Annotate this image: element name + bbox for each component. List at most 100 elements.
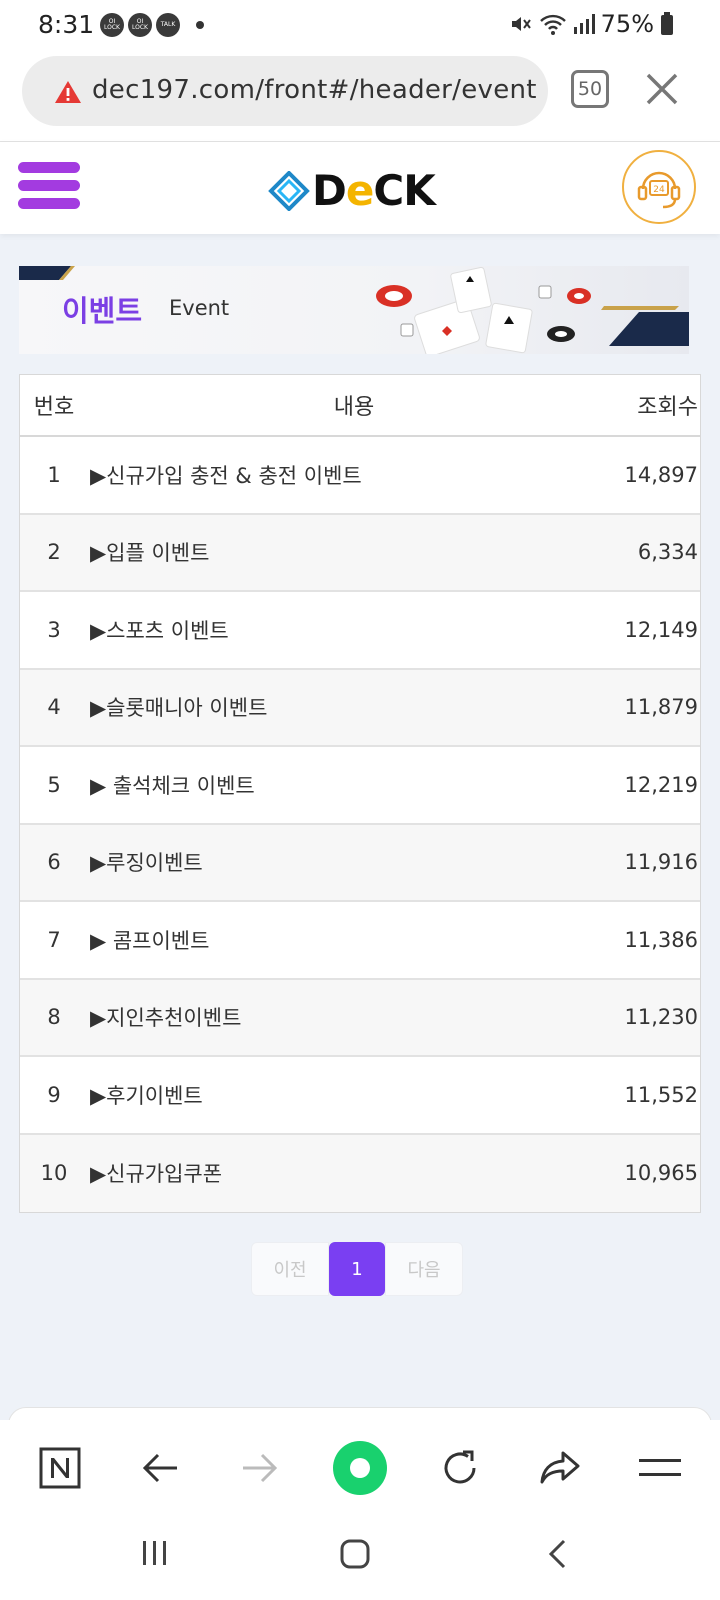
system-navigation-bar [0,1516,720,1600]
table-row[interactable]: 4 ▶슬롯매니아 이벤트 11,879 [20,669,700,747]
talk-icon: TALK [156,13,180,37]
site-header: DeCK 24 [0,142,720,234]
tab-count-button[interactable]: 50 [571,70,609,108]
banner-subtitle: Event [169,296,230,320]
status-time: 8:31 [38,10,95,39]
wifi-icon [539,14,566,35]
row-number: 6 [47,850,61,875]
row-title-link[interactable]: ▶후기이벤트 [88,1080,600,1110]
row-number: 1 [47,462,61,487]
prev-page-button[interactable]: 이전 [251,1242,329,1296]
site-logo[interactable]: DeCK [268,166,436,215]
green-dot-button[interactable] [327,1435,393,1501]
status-bar: 8:31 OI LOCK OI LOCK TALK 75% [0,0,720,52]
row-views: 6,334 [637,540,698,565]
row-title-link[interactable]: ▶ 출석체크 이벤트 [88,770,600,800]
table-row[interactable]: 2 ▶입플 이벤트 6,334 [20,514,700,592]
arrow-right-icon [243,1453,278,1483]
home-icon[interactable] [339,1538,371,1570]
row-number: 5 [47,772,61,797]
next-page-button[interactable]: 다음 [385,1242,463,1296]
row-title-link[interactable]: ▶신규가입 충전 & 충전 이벤트 [88,460,600,490]
table-row[interactable]: 1 ▶신규가입 충전 & 충전 이벤트 14,897 [20,437,700,515]
row-number: 8 [47,1005,61,1030]
row-views: 12,149 [624,617,698,642]
share-button[interactable] [527,1435,593,1501]
back-button[interactable] [127,1435,193,1501]
recent-apps-icon[interactable] [140,1538,170,1568]
url-text[interactable]: dec197.com/front#/header/event [92,75,537,105]
battery-percent: 75% [600,10,654,38]
header-content: 내용 [333,395,375,420]
menu-lines-icon [639,1459,681,1476]
banner-stripe-decoration [19,266,75,280]
casino-cards-chips-image [376,266,689,354]
row-views: 11,386 [624,927,698,952]
table-row[interactable]: 5 ▶ 출석체크 이벤트 12,219 [20,747,700,825]
close-icon[interactable] [645,72,679,106]
refresh-icon [444,1450,476,1484]
row-title-link[interactable]: ▶슬롯매니아 이벤트 [88,692,600,722]
olock-icon: OI LOCK [128,13,152,37]
event-table: 번호 내용 조회수 1 ▶신규가입 충전 & 충전 이벤트 14,897 2 ▶… [19,374,701,1213]
notification-icons: OI LOCK OI LOCK TALK [100,13,204,37]
browser-menu-button[interactable] [627,1435,693,1501]
logo-emblem-icon [268,170,310,211]
row-views: 14,897 [624,462,698,487]
row-number: 4 [47,695,61,720]
banner-title: 이벤트 [62,294,143,328]
headset-icon: 24 [637,171,681,209]
arrow-left-icon [142,1453,177,1483]
reload-button[interactable] [427,1435,493,1501]
mute-icon [511,17,531,31]
row-number: 9 [47,1082,61,1107]
browser-address-bar: dec197.com/front#/header/event 50 [0,52,720,142]
row-views: 11,552 [624,1082,698,1107]
olock-icon: OI LOCK [100,13,124,37]
menu-button[interactable] [18,162,80,210]
forward-button[interactable] [227,1435,293,1501]
table-row[interactable]: 6 ▶루징이벤트 11,916 [20,824,700,902]
browser-toolbar [0,1420,720,1516]
signal-icon [573,14,595,34]
row-views: 12,219 [624,772,698,797]
green-dot-icon [333,1441,387,1495]
row-title-link[interactable]: ▶입플 이벤트 [88,537,600,567]
naver-home-button[interactable] [27,1435,93,1501]
row-views: 11,230 [624,1005,698,1030]
table-row[interactable]: 9 ▶후기이벤트 11,552 [20,1057,700,1135]
support-24-button[interactable]: 24 [622,150,696,224]
pagination: 이전 1 다음 [251,1242,463,1296]
row-title-link[interactable]: ▶지인추천이벤트 [88,1002,600,1032]
warning-icon[interactable] [54,80,82,104]
status-right: 75% [509,10,674,38]
event-banner: 이벤트 Event [19,266,689,354]
table-row[interactable]: 3 ▶스포츠 이벤트 12,149 [20,592,700,670]
url-field[interactable]: dec197.com/front#/header/event [22,56,548,126]
row-title-link[interactable]: ▶루징이벤트 [88,847,600,877]
row-views: 11,879 [624,695,698,720]
logo-text: DeCK [312,166,436,215]
row-title-link[interactable]: ▶ 콤프이벤트 [88,925,600,955]
table-row[interactable]: 8 ▶지인추천이벤트 11,230 [20,979,700,1057]
row-number: 10 [40,1161,68,1186]
table-header: 번호 내용 조회수 [20,375,700,437]
row-title-link[interactable]: ▶신규가입쿠폰 [88,1158,600,1188]
svg-text:24: 24 [653,185,665,195]
system-back-icon[interactable] [546,1538,570,1570]
header-views: 조회수 [637,395,698,420]
table-row[interactable]: 7 ▶ 콤프이벤트 11,386 [20,902,700,980]
header-number: 번호 [33,395,75,420]
battery-icon [661,12,673,35]
row-number: 7 [47,927,61,952]
row-views: 11,916 [624,850,698,875]
row-title-link[interactable]: ▶스포츠 이벤트 [88,615,600,645]
table-row[interactable]: 10 ▶신규가입쿠폰 10,965 [20,1134,700,1212]
share-icon [540,1451,580,1484]
row-views: 10,965 [624,1161,698,1186]
naver-n-icon [39,1447,81,1489]
row-number: 2 [47,540,61,565]
more-notifications-dot [196,21,204,29]
row-number: 3 [47,617,61,642]
page-1-button[interactable]: 1 [329,1242,385,1296]
